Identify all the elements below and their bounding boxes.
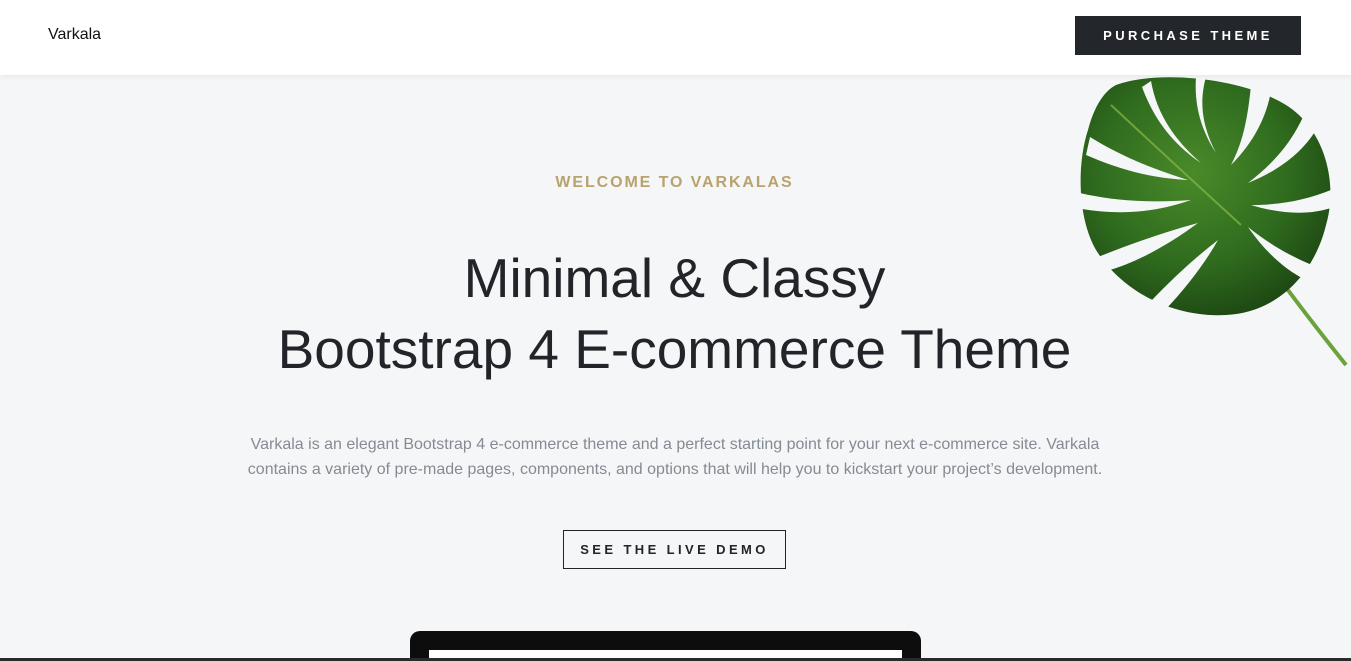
- purchase-theme-button[interactable]: PURCHASE THEME: [1075, 16, 1301, 55]
- brand-logo[interactable]: Varkala: [48, 26, 101, 44]
- headline-line-2: Bootstrap 4 E-commerce Theme: [277, 318, 1072, 380]
- hero-headline: Minimal & Classy Bootstrap 4 E-commerce …: [0, 243, 1349, 385]
- navbar: Varkala PURCHASE THEME: [0, 0, 1351, 75]
- see-live-demo-button[interactable]: SEE THE LIVE DEMO: [563, 530, 786, 569]
- headline-line-1: Minimal & Classy: [463, 247, 886, 309]
- hero-description: Varkala is an elegant Bootstrap 4 e-comm…: [247, 436, 1103, 478]
- device-mockup: [410, 631, 921, 661]
- hero-section: WELCOME TO VARKALAS Minimal & Classy Boo…: [0, 75, 1351, 661]
- hero-eyebrow: WELCOME TO VARKALAS: [555, 174, 794, 191]
